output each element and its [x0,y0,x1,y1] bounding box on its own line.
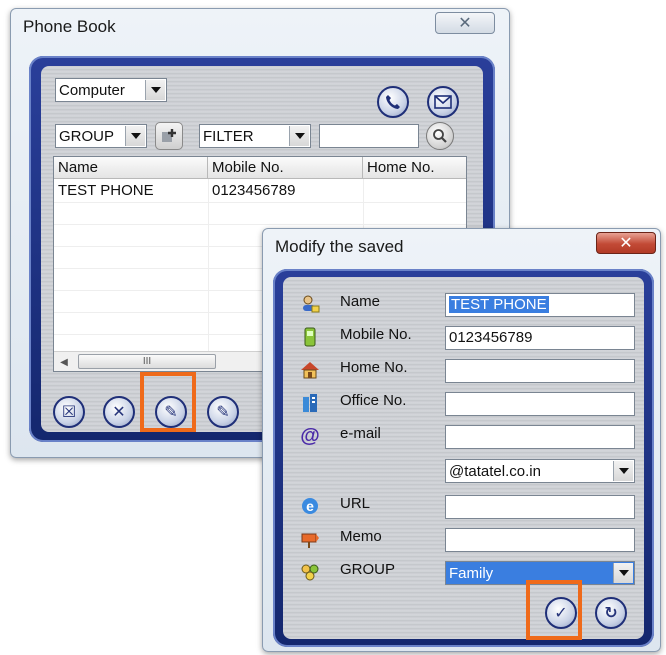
mobile-phone-icon [299,326,321,348]
url-label: URL [340,495,371,512]
refresh-icon: ↻ [604,605,618,622]
modify-button-highlight [140,372,196,432]
delete-all-button[interactable]: ☒ [53,396,85,428]
group-select[interactable]: GROUP [55,124,147,148]
column-header-home[interactable]: Home No. [363,157,466,179]
delete-all-icon: ☒ [61,404,77,421]
chevron-down-icon[interactable] [125,126,145,146]
delete-icon: ✕ [112,404,126,421]
office-label: Office No. [340,392,407,409]
chevron-down-icon[interactable] [613,461,633,481]
internet-explorer-icon: e [299,495,321,517]
email-domain-value: @tatatel.co.in [449,462,541,480]
contact-name-cell: TEST PHONE [58,182,154,199]
memo-icon [299,528,321,550]
name-input[interactable]: TEST PHONE [445,293,635,317]
home-icon [299,359,321,381]
modify-window: Modify the saved ✕ Name TEST PHONE Mobil… [262,228,661,652]
mobile-label: Mobile No. [340,326,412,343]
phone-icon [386,95,400,109]
scroll-grip: III [142,356,152,367]
memo-input[interactable] [445,528,635,552]
close-icon: ✕ [458,15,472,32]
filter-select[interactable]: FILTER [199,124,311,148]
column-header-mobile[interactable]: Mobile No. [208,157,363,179]
envelope-icon [434,95,452,109]
home-label: Home No. [340,359,408,376]
ok-button-highlight [526,580,582,640]
email-input[interactable] [445,425,635,449]
contact-mobile-cell: 0123456789 [212,182,296,199]
modify-frame: Name TEST PHONE Mobile No. 0123456789 Ho… [273,269,654,647]
chevron-down-icon[interactable] [145,80,165,100]
memo-label: Memo [340,528,382,545]
contact-home-cell [363,180,466,202]
search-icon [433,129,447,143]
email-domain-select[interactable]: @tatatel.co.in [445,459,635,483]
group-label: GROUP [340,561,396,578]
chevron-down-icon[interactable] [289,126,309,146]
row-divider [54,224,466,225]
name-input-value: TEST PHONE [449,296,549,313]
email-label: e-mail [340,425,381,442]
url-input[interactable] [445,495,635,519]
group-select-value: GROUP [59,127,115,145]
phonebook-title: Phone Book [23,17,116,36]
row-divider [54,202,466,203]
chevron-down-icon[interactable] [613,563,633,583]
modify-close-button[interactable]: ✕ [596,232,656,254]
close-icon: ✕ [619,235,633,252]
modify-title: Modify the saved [275,237,404,256]
column-header-name[interactable]: Name [54,157,208,179]
name-label: Name [340,293,381,310]
edit-button[interactable]: ✎ [207,396,239,428]
scroll-thumb[interactable]: III [78,354,216,369]
office-input[interactable] [445,392,635,416]
home-input[interactable] [445,359,635,383]
column-divider [208,179,209,371]
filter-input[interactable] [319,124,419,148]
at-sign-icon: @ [300,424,320,447]
group-field-value: Family [449,564,494,582]
scroll-left-button[interactable]: ◀ [56,354,72,370]
add-group-icon [162,129,176,142]
delete-button[interactable]: ✕ [103,396,135,428]
filter-select-value: FILTER [203,127,254,145]
message-button[interactable] [427,86,459,118]
table-row[interactable]: TEST PHONE 0123456789 [54,180,466,202]
mobile-input[interactable]: 0123456789 [445,326,635,350]
source-select[interactable]: Computer [55,78,167,102]
add-group-button[interactable] [155,122,183,150]
svg-text:e: e [306,498,314,514]
call-button[interactable] [377,86,409,118]
search-button[interactable] [426,122,454,150]
reset-button[interactable]: ↻ [595,597,627,629]
pencil-icon: ✎ [216,404,230,421]
phonebook-close-button[interactable]: ✕ [435,12,495,34]
person-icon [299,293,321,315]
source-select-value: Computer [59,81,125,99]
group-icon [299,561,321,583]
office-icon [299,392,321,414]
